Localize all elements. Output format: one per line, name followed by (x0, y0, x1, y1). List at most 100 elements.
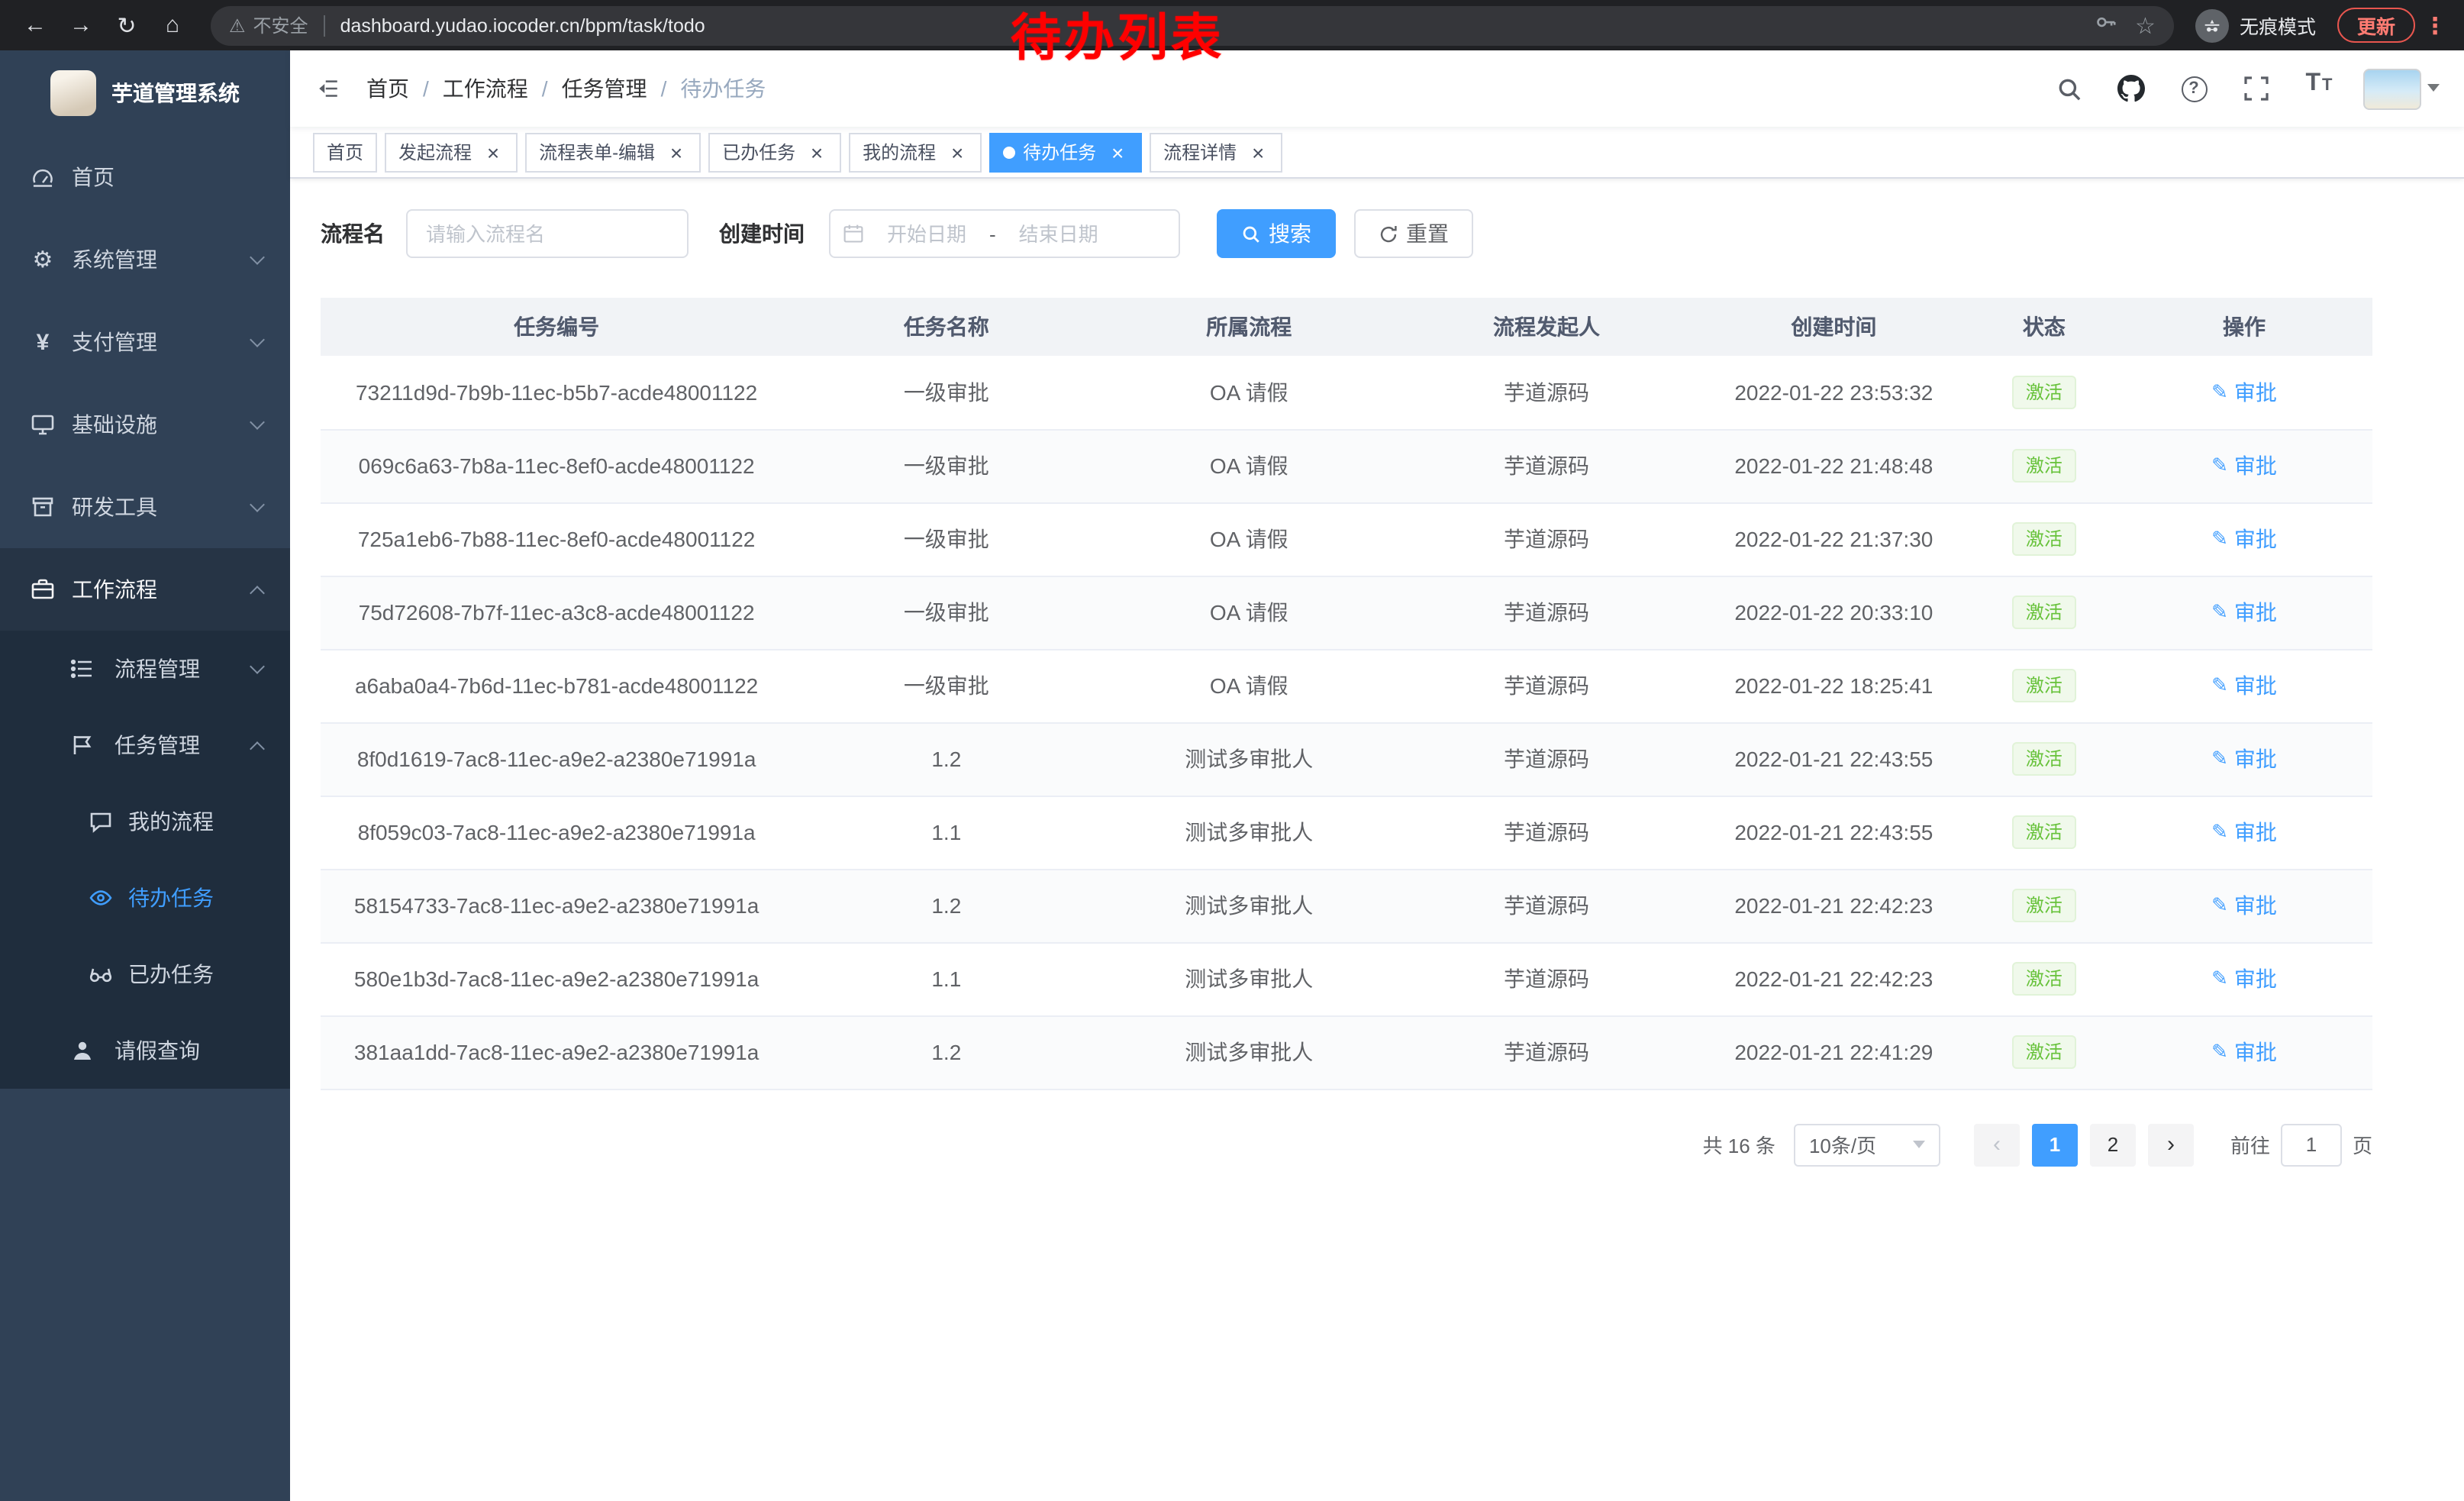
table-row: 725a1eb6-7b88-11ec-8ef0-acde48001122一级审批… (321, 502, 2372, 576)
close-icon[interactable]: × (1107, 141, 1128, 163)
page-buttons: 12 (2032, 1123, 2136, 1166)
refresh-icon[interactable]: ↻ (107, 5, 147, 45)
tab-item[interactable]: 流程详情× (1150, 132, 1282, 172)
page-button[interactable]: 2 (2090, 1123, 2136, 1166)
approve-link[interactable]: ✎审批 (2211, 450, 2277, 481)
approve-link[interactable]: ✎审批 (2211, 1037, 2277, 1067)
cell-initiator: 芋道源码 (1398, 356, 1695, 429)
screen: ← → ↻ ⌂ ⚠ 不安全 dashboard.yudao.iocoder.cn… (0, 0, 2464, 1501)
edit-icon: ✎ (2211, 893, 2228, 918)
table-row: 8f0d1619-7ac8-11ec-a9e2-a2380e71991a1.2测… (321, 722, 2372, 796)
sidebar-item-label: 待办任务 (128, 883, 214, 913)
cell-process-name: 测试多审批人 (1100, 942, 1398, 1015)
cell-process-name: 测试多审批人 (1100, 796, 1398, 869)
sidebar-item-task-management[interactable]: 任务管理 (0, 707, 290, 783)
browser-menu-icon[interactable]: ⋮ (2421, 11, 2449, 39)
sidebar-item-system[interactable]: ⚙ 系统管理 (0, 218, 290, 301)
sidebar-collapse-icon[interactable] (290, 50, 366, 127)
cell-task-name: 1.2 (792, 1015, 1100, 1089)
search-icon[interactable] (2050, 70, 2087, 107)
approve-link[interactable]: ✎审批 (2211, 817, 2277, 847)
cell-process-name: 测试多审批人 (1100, 869, 1398, 942)
column-header: 创建时间 (1695, 298, 1972, 356)
cell-task-name: 1.2 (792, 869, 1100, 942)
user-avatar[interactable] (2363, 68, 2440, 109)
tags-bar: 首页发起流程×流程表单-编辑×已办任务×我的流程×待办任务×流程详情× (290, 127, 2464, 179)
password-key-icon[interactable] (2094, 10, 2117, 40)
cell-task-name: 一级审批 (792, 356, 1100, 429)
tab-item[interactable]: 我的流程× (849, 132, 982, 172)
chevron-down-icon (250, 414, 265, 429)
back-icon[interactable]: ← (15, 5, 55, 45)
app-title: 芋道管理系统 (111, 78, 240, 108)
goto-page-input[interactable] (2281, 1123, 2342, 1166)
cell-status: 激活 (1972, 429, 2116, 502)
sidebar-item-leave-query[interactable]: 请假查询 (0, 1012, 290, 1089)
font-size-icon[interactable]: TT (2301, 70, 2337, 107)
sidebar-item-my-process[interactable]: 我的流程 (0, 783, 290, 860)
breadcrumb-workflow[interactable]: 工作流程 (443, 73, 528, 104)
approve-link[interactable]: ✎审批 (2211, 524, 2277, 554)
approve-link[interactable]: ✎审批 (2211, 890, 2277, 921)
approve-link[interactable]: ✎审批 (2211, 377, 2277, 408)
top-navbar: 首页 / 工作流程 / 任务管理 / 待办任务 ? (290, 50, 2464, 127)
sidebar-item-todo-tasks[interactable]: 待办任务 (0, 860, 290, 936)
approve-link[interactable]: ✎审批 (2211, 964, 2277, 994)
cell-action: ✎审批 (2116, 942, 2372, 1015)
sidebar-item-process-management[interactable]: 流程管理 (0, 631, 290, 707)
toolbox-icon (31, 495, 55, 519)
help-icon[interactable]: ? (2175, 70, 2212, 107)
close-icon[interactable]: × (806, 141, 827, 163)
close-icon[interactable]: × (1247, 141, 1269, 163)
sidebar-item-home[interactable]: 首页 (0, 136, 290, 218)
chat-bubble-icon (89, 809, 113, 834)
update-label: 更新 (2357, 11, 2395, 40)
close-icon[interactable]: × (666, 141, 687, 163)
tab-item[interactable]: 发起流程× (385, 132, 518, 172)
tab-item[interactable]: 流程表单-编辑× (525, 132, 701, 172)
sidebar-item-infrastructure[interactable]: 基础设施 (0, 383, 290, 466)
column-header: 操作 (2116, 298, 2372, 356)
page-button[interactable]: 1 (2032, 1123, 2078, 1166)
page-size-select[interactable]: 10条/页 (1794, 1123, 1940, 1166)
update-button[interactable]: 更新 (2337, 8, 2415, 43)
tab-item[interactable]: 首页 (313, 132, 377, 172)
sidebar-item-done-tasks[interactable]: 已办任务 (0, 936, 290, 1012)
prev-page-button[interactable]: ‹ (1974, 1123, 2020, 1166)
sidebar-item-workflow[interactable]: 工作流程 (0, 548, 290, 631)
github-icon[interactable] (2113, 70, 2150, 107)
approve-link[interactable]: ✎审批 (2211, 744, 2277, 774)
cell-task-name: 1.1 (792, 796, 1100, 869)
chevron-up-icon (250, 585, 265, 600)
next-page-button[interactable]: › (2148, 1123, 2194, 1166)
bookmark-star-icon[interactable]: ☆ (2135, 11, 2156, 39)
breadcrumb-task-management[interactable]: 任务管理 (562, 73, 647, 104)
end-date-input[interactable] (999, 222, 1118, 245)
status-badge: 激活 (2012, 815, 2076, 849)
approve-link[interactable]: ✎审批 (2211, 597, 2277, 628)
cell-task-name: 一级审批 (792, 576, 1100, 649)
close-icon[interactable]: × (947, 141, 968, 163)
cell-create-time: 2022-01-21 22:42:23 (1695, 869, 1972, 942)
sidebar-item-payment[interactable]: ¥ 支付管理 (0, 301, 290, 383)
cell-status: 激活 (1972, 1015, 2116, 1089)
cell-status: 激活 (1972, 796, 2116, 869)
approve-link[interactable]: ✎审批 (2211, 670, 2277, 701)
reset-button[interactable]: 重置 (1354, 209, 1473, 258)
tab-item[interactable]: 待办任务× (989, 132, 1142, 172)
close-icon[interactable]: × (482, 141, 504, 163)
start-date-input[interactable] (867, 222, 986, 245)
sidebar-item-label: 任务管理 (114, 730, 200, 760)
security-warning-label[interactable]: 不安全 (253, 12, 308, 38)
process-name-input[interactable] (406, 209, 689, 258)
breadcrumb-home[interactable]: 首页 (366, 73, 409, 104)
sidebar-item-devtools[interactable]: 研发工具 (0, 466, 290, 548)
home-icon[interactable]: ⌂ (153, 5, 192, 45)
forward-icon[interactable]: → (61, 5, 101, 45)
cell-initiator: 芋道源码 (1398, 502, 1695, 576)
date-range-picker[interactable]: - (829, 209, 1180, 258)
table-row: 58154733-7ac8-11ec-a9e2-a2380e71991a1.2测… (321, 869, 2372, 942)
fullscreen-icon[interactable] (2238, 70, 2275, 107)
tab-item[interactable]: 已办任务× (708, 132, 841, 172)
search-button[interactable]: 搜索 (1217, 209, 1336, 258)
